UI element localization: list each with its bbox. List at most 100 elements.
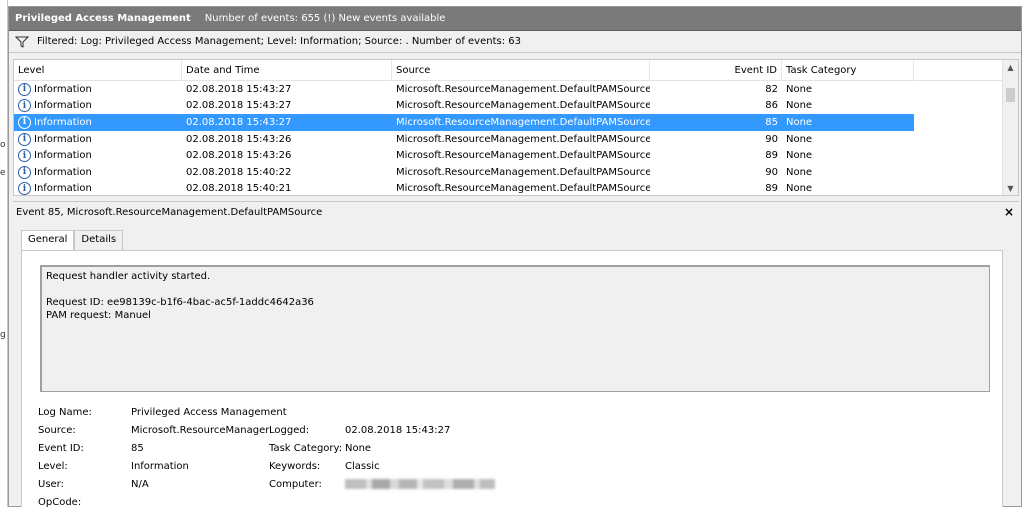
event-id: 85 [765,116,778,128]
event-level: i Information [14,132,182,146]
column-header-date[interactable]: Date and Time [182,60,392,81]
event-id: 89 [765,150,778,162]
filter-bar: Filtered: Log: Privileged Access Managem… [9,31,1021,53]
column-header-event-id[interactable]: Event ID [650,60,782,81]
keywords-value[interactable]: Classic [345,461,380,472]
event-date: 02.08.2018 15:40:21 [186,183,292,195]
information-icon: i [18,165,31,179]
event-description[interactable]: Request handler activity started. Reques… [40,265,990,392]
event-source: Microsoft.ResourceManagement.DefaultPAMS… [396,183,650,195]
event-id: 90 [765,133,778,145]
task-category-label: Task Category: [269,443,343,454]
filter-icon [15,36,29,48]
event-date: 02.08.2018 15:43:26 [186,150,292,162]
computer-label: Computer: [269,479,322,490]
event-source: Microsoft.ResourceManagement.DefaultPAMS… [396,150,650,162]
event-category: None [786,83,813,95]
computer-value-redacted [345,479,495,490]
column-header-level[interactable]: Level [14,60,182,81]
event-row[interactable]: i Information 02.08.2018 15:40:22 Microsoft… [14,164,1004,181]
description-spacer [46,283,985,296]
event-detail-title: Event 85, Microsoft.ResourceManagement.D… [16,207,323,218]
event-detail-header: Event 85, Microsoft.ResourceManagement.D… [13,201,1019,223]
event-date: 02.08.2018 15:43:26 [186,133,292,145]
column-header-task-category[interactable]: Task Category [782,60,914,81]
event-source: Microsoft.ResourceManagement.DefaultPAMS… [396,133,650,145]
log-title: Privileged Access Management [15,13,191,24]
events-list-header: Level Date and Time Source Event ID Task… [14,60,1004,81]
event-id-label: Event ID: [38,443,84,454]
event-source: Microsoft.ResourceManagement.DefaultPAMS… [396,83,650,95]
event-row[interactable]: i Information 02.08.2018 15:43:26 Microsoft… [14,131,1004,148]
event-level: i Information [14,182,182,195]
task-category-value: None [345,443,372,454]
event-category: None [786,133,813,145]
event-row[interactable]: i Information 02.08.2018 15:43:26 Microsoft… [14,147,1004,164]
event-id-value: 85 [131,443,144,454]
log-titlebar: Privileged Access Management Number of e… [9,7,1021,31]
filter-description: Filtered: Log: Privileged Access Managem… [37,36,521,47]
event-category: None [786,166,813,178]
close-icon[interactable]: × [1004,205,1014,219]
tab-general[interactable]: General [21,230,75,251]
left-pane-edge: o e g [0,0,8,507]
scroll-thumb[interactable] [1006,88,1015,102]
user-label: User: [38,479,64,490]
event-date: 02.08.2018 15:43:27 [186,116,292,128]
level-label: Level: [38,461,68,472]
event-level-text: Information [34,166,92,178]
general-tab-panel: Request handler activity started. Reques… [21,250,1003,507]
event-level-text: Information [34,100,92,112]
event-date: 02.08.2018 15:43:27 [186,100,292,112]
event-level-text: Information [34,150,92,162]
event-source: Microsoft.ResourceManagement.DefaultPAMS… [396,166,650,178]
information-icon: i [18,82,31,96]
event-row[interactable]: i Information 02.08.2018 15:43:27 Microsoft… [14,98,1004,115]
event-source: Microsoft.ResourceManagement.DefaultPAMS… [396,100,650,112]
event-id: 86 [765,100,778,112]
event-row[interactable]: i Information 02.08.2018 15:43:27 Microsoft… [14,81,1004,98]
event-level-text: Information [34,133,92,145]
logged-label: Logged: [269,425,310,436]
column-header-source[interactable]: Source [392,60,650,81]
event-date: 02.08.2018 15:43:27 [186,83,292,95]
event-level: i Information [14,82,182,96]
event-count[interactable]: Number of events: 655 (!) New events ava… [205,13,446,24]
information-icon: i [18,115,31,129]
information-icon: i [18,182,31,195]
event-id: 89 [765,183,778,195]
user-value: N/A [131,479,149,490]
event-row[interactable]: i Information 02.08.2018 15:43:27 Microsoft… [14,114,914,131]
event-category: None [786,183,813,195]
event-row[interactable]: i Information 02.08.2018 15:40:21 Microsoft… [14,181,1004,195]
opcode-label: OpCode: [38,497,82,507]
event-viewer-window: Privileged Access Management Number of e… [8,6,1022,507]
information-icon: i [18,132,31,146]
source-value: Microsoft.ResourceManager [131,425,270,436]
tab-details[interactable]: Details [74,230,124,250]
scroll-up-icon[interactable]: ▲ [1003,60,1018,74]
description-line: Request handler activity started. [46,271,211,282]
information-icon: i [18,99,31,113]
logged-value: 02.08.2018 15:43:27 [345,425,451,436]
event-source: Microsoft.ResourceManagement.DefaultPAMS… [396,116,650,128]
left-pane-fragment: o [0,140,6,150]
event-level-text: Information [34,83,92,95]
description-line: Request ID: ee98139c-b1f6-4bac-ac5f-1add… [46,297,314,308]
log-name-value: Privileged Access Management [131,407,287,418]
event-category: None [786,100,813,112]
event-category: None [786,150,813,162]
event-id: 82 [765,83,778,95]
event-id: 90 [765,166,778,178]
event-level: i Information [14,99,182,113]
event-category: None [786,116,813,128]
description-line: PAM request: Manuel [46,310,151,321]
events-list[interactable]: Level Date and Time Source Event ID Task… [13,59,1019,196]
keywords-label: Keywords: [269,461,321,472]
event-level: i Information [14,165,182,179]
scroll-down-icon[interactable]: ▼ [1003,181,1018,195]
events-scrollbar[interactable]: ▲ ▼ [1002,60,1018,195]
detail-tabs: General Details [21,230,124,251]
event-level: i Information [14,115,182,129]
event-level-text: Information [34,183,92,195]
